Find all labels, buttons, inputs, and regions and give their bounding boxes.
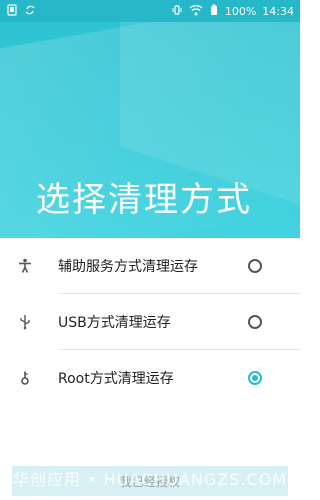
option-root-row[interactable]: Root方式清理运存 bbox=[0, 350, 300, 406]
usb-icon bbox=[16, 313, 34, 331]
radio-button[interactable] bbox=[248, 315, 262, 329]
radio-button[interactable] bbox=[248, 259, 262, 273]
option-accessibility-row[interactable]: 辅助服务方式清理运存 bbox=[0, 238, 300, 294]
option-label: 辅助服务方式清理运存 bbox=[58, 259, 198, 275]
battery-percentage: 100% bbox=[224, 4, 257, 18]
wifi-icon bbox=[189, 4, 203, 19]
watermark: 华创应用 • HUACHUANGZS.COM bbox=[12, 470, 288, 489]
page-title: 选择清理方式 bbox=[36, 180, 252, 220]
sync-icon bbox=[24, 4, 36, 19]
status-left bbox=[6, 3, 36, 19]
phone-icon bbox=[6, 3, 18, 19]
key-icon bbox=[16, 369, 34, 387]
hero-banner: 选择清理方式 bbox=[0, 22, 300, 238]
status-right: 100% 14:34 bbox=[171, 4, 294, 19]
option-list: 辅助服务方式清理运存 USB方式清理运存 Root方式清理运存 bbox=[0, 238, 300, 406]
option-label: USB方式清理运存 bbox=[58, 315, 171, 331]
option-label: Root方式清理运存 bbox=[58, 371, 174, 387]
vibrate-icon bbox=[171, 4, 183, 19]
battery-icon bbox=[209, 4, 219, 19]
status-time: 14:34 bbox=[262, 4, 294, 18]
accessibility-icon bbox=[16, 257, 34, 275]
option-usb-row[interactable]: USB方式清理运存 bbox=[0, 294, 300, 350]
status-bar: 100% 14:34 bbox=[0, 0, 300, 22]
radio-button-selected[interactable] bbox=[248, 371, 262, 385]
